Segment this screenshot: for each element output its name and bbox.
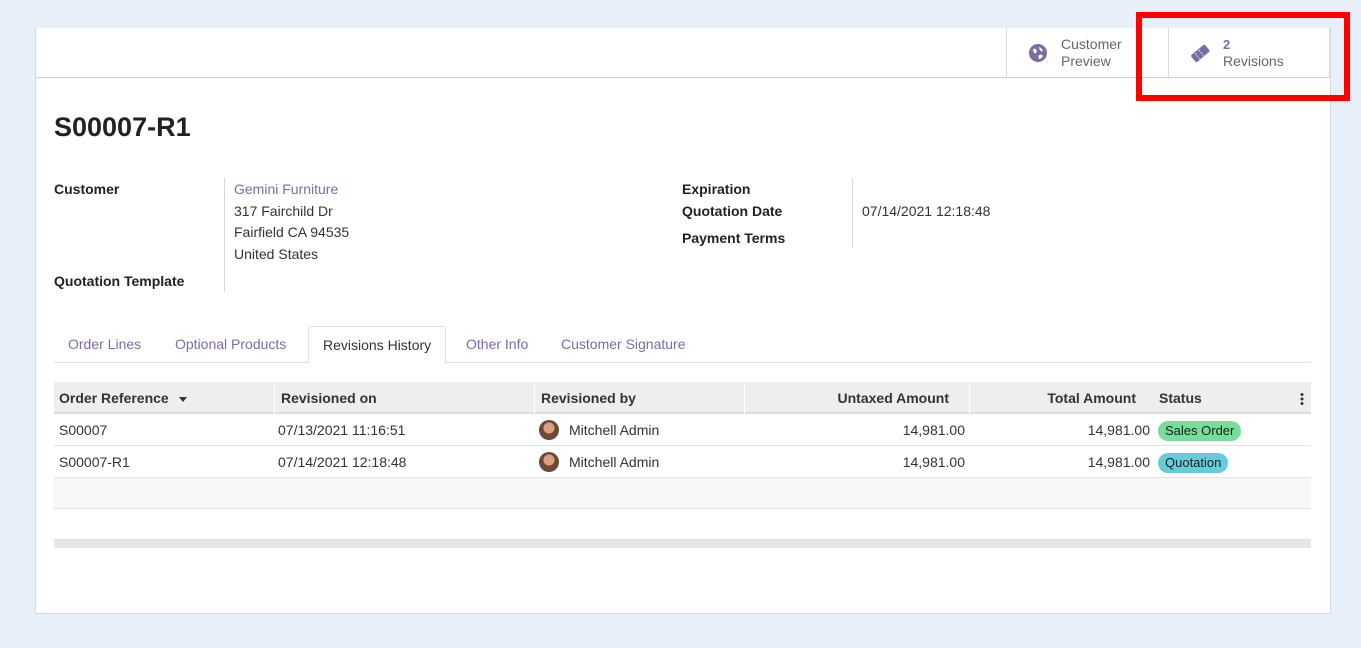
cell-order-ref: S00007-R1 xyxy=(59,454,130,470)
cell-total-amount: 14,981.00 xyxy=(1087,422,1150,438)
quotation-template-label: Quotation Template xyxy=(54,273,185,289)
caret-down-icon xyxy=(178,396,187,402)
column-order-reference[interactable]: Order Reference xyxy=(59,382,273,414)
cell-revisioned-by: Mitchell Admin xyxy=(569,422,660,438)
table-footer xyxy=(54,540,1311,548)
status-badge: Sales Order xyxy=(1158,421,1242,442)
ticket-icon xyxy=(1189,42,1211,64)
column-revisioned-on[interactable]: Revisioned on xyxy=(274,382,534,414)
globe-icon xyxy=(1027,42,1049,64)
avatar xyxy=(539,419,559,440)
avatar xyxy=(539,451,559,472)
revisions-label: Revisions xyxy=(1223,52,1284,69)
cell-revisioned-on: 07/14/2021 12:18:48 xyxy=(278,454,407,470)
column-revisioned-by[interactable]: Revisioned by xyxy=(534,382,744,414)
column-untaxed-amount[interactable]: Untaxed Amount xyxy=(744,382,969,414)
tab-other-info[interactable]: Other Info xyxy=(452,326,542,363)
revisions-button[interactable]: 2 Revisions xyxy=(1168,28,1330,77)
status-badge: Quotation xyxy=(1158,453,1229,474)
revisions-count: 2 xyxy=(1223,36,1231,52)
quotation-date-label: Quotation Date xyxy=(682,203,783,219)
customer-preview-button[interactable]: Customer Preview xyxy=(1006,28,1168,77)
address-line2: Fairfield CA 94535 xyxy=(234,224,350,240)
cell-untaxed-amount: 14,981.00 xyxy=(902,454,965,470)
kebab-icon[interactable] xyxy=(1297,382,1307,414)
tab-revisions-history[interactable]: Revisions History xyxy=(308,326,447,364)
cell-order-ref: S00007 xyxy=(59,422,108,438)
cell-revisioned-on: 07/13/2021 11:16:51 xyxy=(278,422,406,438)
record-title: S00007-R1 xyxy=(54,112,191,142)
notebook-tabs: Order Lines Optional Products Revisions … xyxy=(54,326,1311,364)
button-box: Customer Preview 2 Revisions xyxy=(36,28,1330,78)
tab-order-lines[interactable]: Order Lines xyxy=(54,326,155,363)
empty-row xyxy=(54,478,1311,509)
payment-terms-label: Payment Terms xyxy=(682,230,786,246)
tab-optional-products[interactable]: Optional Products xyxy=(161,326,300,363)
cell-untaxed-amount: 14,981.00 xyxy=(902,422,965,438)
address-line1: 317 Fairchild Dr xyxy=(234,203,333,219)
customer-label: Customer xyxy=(54,181,120,197)
empty-row xyxy=(54,509,1311,540)
address-line3: United States xyxy=(234,246,319,262)
cell-revisioned-by: Mitchell Admin xyxy=(569,454,660,470)
field-separator-left xyxy=(224,178,225,292)
field-separator-right xyxy=(852,178,853,248)
tab-customer-signature[interactable]: Customer Signature xyxy=(547,326,700,363)
table-row[interactable]: S00007 07/13/2021 11:16:51 Mitchell Admi… xyxy=(54,414,1311,446)
quotation-date-value[interactable]: 07/14/2021 12:18:48 xyxy=(862,203,990,219)
customer-preview-line2: Preview xyxy=(1061,52,1111,69)
expiration-label: Expiration xyxy=(682,181,751,197)
column-status[interactable]: Status xyxy=(1159,382,1279,414)
revisions-table: Order Reference Revisioned on Revisioned… xyxy=(54,382,1311,548)
column-total-amount[interactable]: Total Amount xyxy=(969,382,1154,414)
customer-link[interactable]: Gemini Furniture xyxy=(234,181,338,197)
table-row[interactable]: S00007-R1 07/14/2021 12:18:48 Mitchell A… xyxy=(54,446,1311,478)
cell-total-amount: 14,981.00 xyxy=(1087,454,1150,470)
table-header: Order Reference Revisioned on Revisioned… xyxy=(54,382,1311,414)
customer-preview-line1: Customer xyxy=(1061,35,1122,52)
